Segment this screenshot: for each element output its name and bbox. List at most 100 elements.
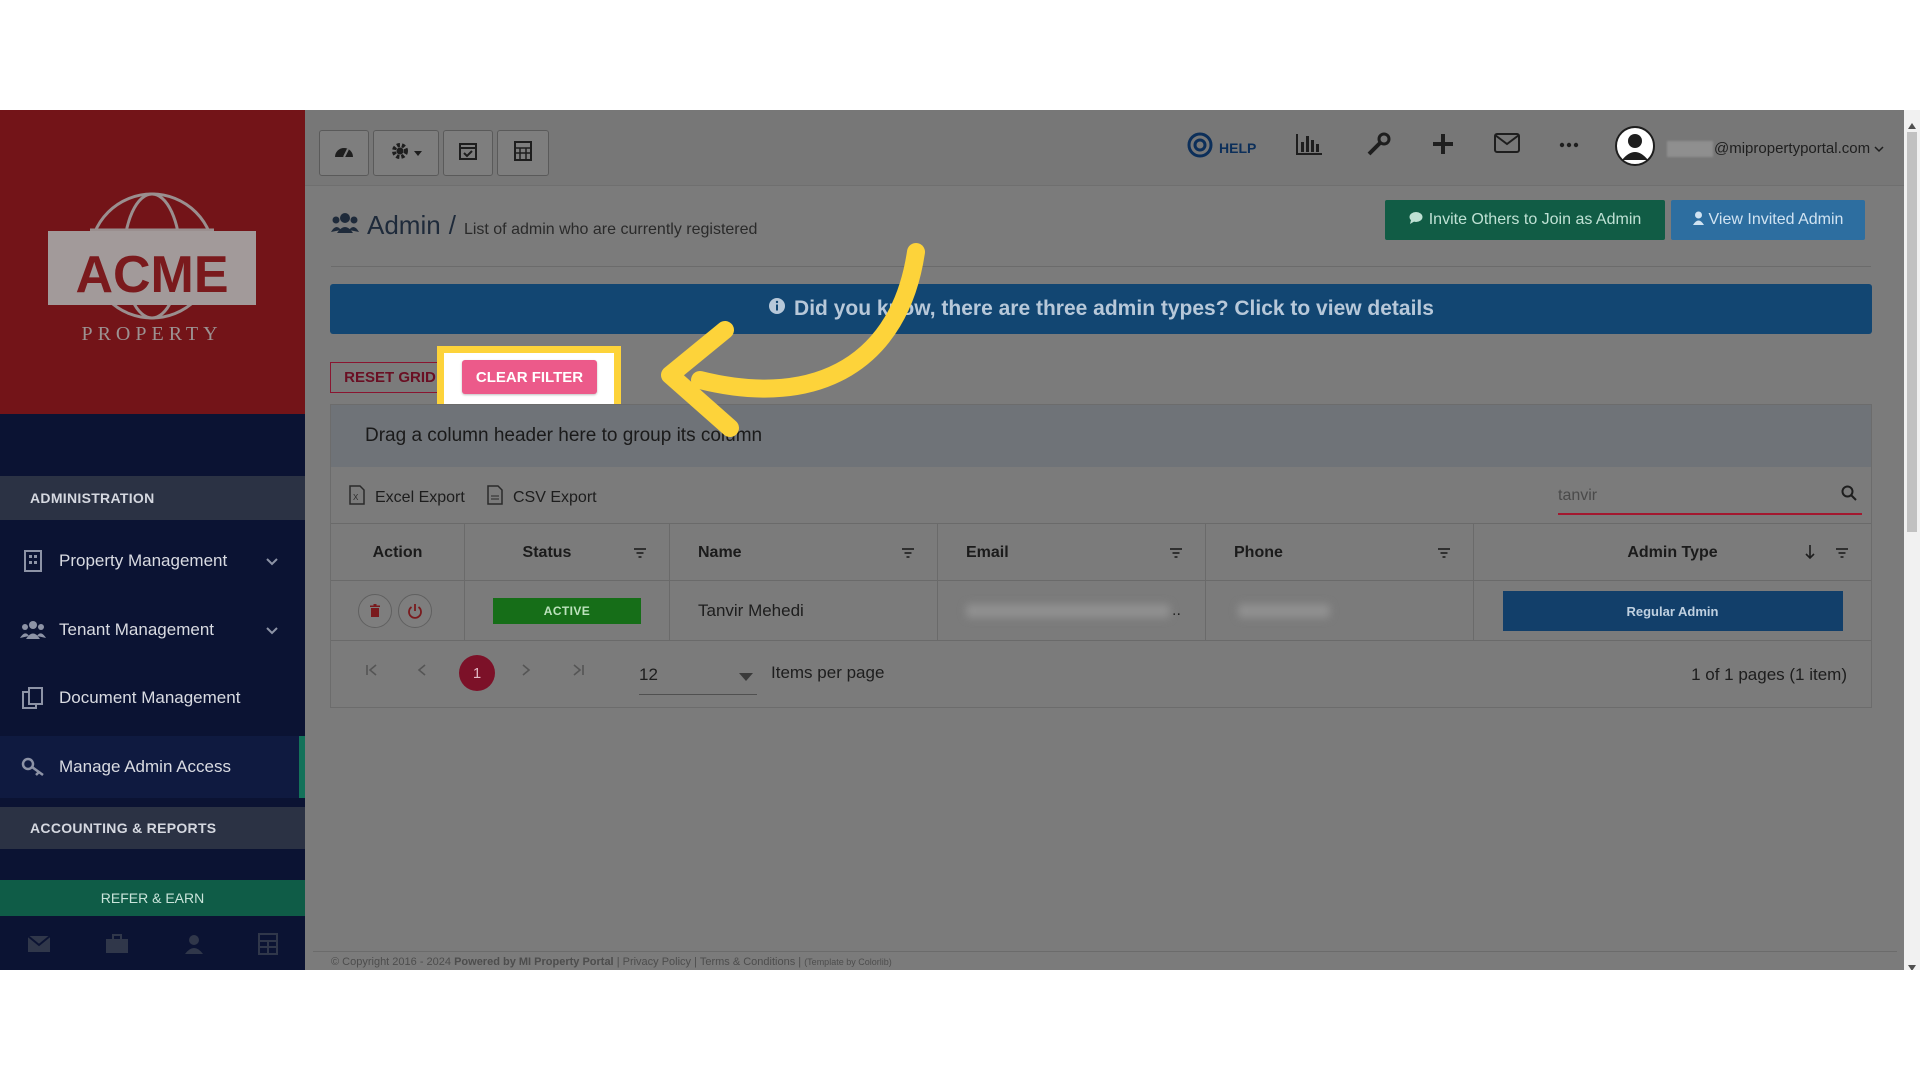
scrollbar[interactable] bbox=[1904, 110, 1920, 970]
items-per-page-select[interactable]: 12 bbox=[639, 661, 757, 695]
reset-grid-button[interactable]: RESET GRID bbox=[330, 362, 450, 393]
column-header-admin-type[interactable]: Admin Type bbox=[1474, 524, 1871, 582]
chevron-down-icon bbox=[265, 552, 279, 572]
excel-export-button[interactable]: X Excel Export bbox=[349, 485, 465, 510]
page-title: Admin / List of admin who are currently … bbox=[331, 210, 757, 241]
scroll-down-icon[interactable] bbox=[1908, 958, 1916, 970]
refer-earn-button[interactable]: REFER & EARN bbox=[0, 880, 305, 916]
phone-cell bbox=[1206, 581, 1474, 641]
calendar-button[interactable] bbox=[443, 130, 493, 176]
sort-descending-icon[interactable] bbox=[1805, 544, 1815, 565]
csv-export-button[interactable]: CSV Export bbox=[487, 485, 597, 510]
page-info: 1 of 1 pages (1 item) bbox=[1691, 665, 1847, 684]
sidebar-item-label: Manage Admin Access bbox=[59, 757, 231, 776]
info-banner[interactable]: Did you know, there are three admin type… bbox=[330, 284, 1872, 334]
wrench-icon[interactable] bbox=[1365, 132, 1391, 158]
browser-frame: ACME PROPERTY ADMINISTRATION Property Ma… bbox=[0, 110, 1920, 970]
plus-icon[interactable] bbox=[1431, 132, 1455, 156]
help-link[interactable]: HELP bbox=[1187, 132, 1256, 163]
admin-type-badge[interactable]: Regular Admin bbox=[1502, 591, 1843, 631]
envelope-icon[interactable] bbox=[27, 934, 51, 958]
column-header-phone[interactable]: Phone bbox=[1206, 524, 1474, 582]
column-label: Status bbox=[522, 544, 572, 561]
sidebar-item-label: Document Management bbox=[59, 688, 241, 707]
sidebar-item-property-management[interactable]: Property Management bbox=[0, 530, 305, 592]
scrollbar-thumb[interactable] bbox=[1907, 132, 1917, 532]
column-header-status[interactable]: Status bbox=[465, 524, 670, 582]
bar-chart-icon[interactable] bbox=[1295, 132, 1323, 156]
excel-file-icon: X bbox=[349, 485, 365, 510]
sidebar-item-label: Property Management bbox=[59, 551, 228, 570]
footer: © Copyright 2016 - 2024 Powered by MI Pr… bbox=[331, 956, 892, 968]
last-page-icon[interactable] bbox=[571, 661, 585, 682]
admin-name: Tanvir Mehedi bbox=[698, 601, 804, 620]
page-number-current[interactable]: 1 bbox=[459, 655, 495, 691]
footer-links[interactable]: | Privacy Policy | Terms & Conditions | bbox=[617, 956, 801, 968]
dashboard-button[interactable] bbox=[319, 130, 369, 176]
app-window: ACME PROPERTY ADMINISTRATION Property Ma… bbox=[0, 110, 1904, 970]
filter-icon[interactable] bbox=[1437, 546, 1451, 564]
excel-export-label: Excel Export bbox=[375, 488, 465, 506]
settings-dropdown-button[interactable] bbox=[373, 130, 439, 176]
life-ring-icon bbox=[1187, 132, 1213, 163]
users-icon bbox=[20, 617, 46, 643]
info-circle-icon bbox=[768, 297, 786, 321]
search-icon[interactable] bbox=[1841, 485, 1857, 506]
invite-admin-label: Invite Others to Join as Admin bbox=[1428, 211, 1642, 228]
caret-down-icon bbox=[414, 144, 422, 162]
admin-grid: Drag a column header here to group its c… bbox=[330, 404, 1872, 708]
column-header-name[interactable]: Name bbox=[670, 524, 938, 582]
next-page-icon[interactable] bbox=[521, 661, 531, 682]
clear-filter-button[interactable]: CLEAR FILTER bbox=[462, 360, 597, 394]
footer-powered-by[interactable]: Powered by MI Property Portal bbox=[454, 956, 614, 968]
pager: 1 12 Items per page 1 of 1 pages (1 item… bbox=[331, 641, 1871, 707]
view-invited-admin-button[interactable]: View Invited Admin bbox=[1671, 200, 1865, 240]
power-toggle-button[interactable] bbox=[397, 594, 432, 628]
sidebar-item-tenant-management[interactable]: Tenant Management bbox=[0, 599, 305, 661]
avatar[interactable] bbox=[1615, 126, 1655, 166]
calculator-button[interactable] bbox=[497, 130, 549, 176]
items-per-page-label: Items per page bbox=[771, 663, 885, 682]
filter-icon[interactable] bbox=[901, 546, 915, 564]
user-icon[interactable] bbox=[184, 934, 204, 959]
filter-icon[interactable] bbox=[1169, 546, 1183, 564]
column-label: Name bbox=[698, 544, 742, 561]
info-banner-text: Did you know, there are three admin type… bbox=[794, 297, 1434, 320]
divider bbox=[331, 266, 1871, 267]
sidebar-item-label: Tenant Management bbox=[59, 620, 214, 639]
page-title-text: Admin bbox=[367, 210, 441, 240]
main-content: Admin / List of admin who are currently … bbox=[305, 186, 1904, 970]
user-email: @mipropertyportal.com bbox=[1714, 140, 1871, 157]
gear-icon bbox=[390, 141, 410, 166]
table-row[interactable]: ACTIVE Tanvir Mehedi .. Regular Admin bbox=[331, 581, 1871, 641]
svg-text:ACME: ACME bbox=[75, 246, 228, 304]
blurred-email bbox=[966, 604, 1170, 618]
more-icon[interactable] bbox=[1559, 142, 1579, 148]
filter-icon[interactable] bbox=[1835, 546, 1849, 564]
sidebar-item-document-management[interactable]: Document Management bbox=[0, 667, 305, 729]
delete-button[interactable] bbox=[357, 594, 392, 628]
filter-icon[interactable] bbox=[633, 546, 647, 564]
mail-icon[interactable] bbox=[1493, 132, 1521, 154]
action-cell bbox=[331, 581, 465, 641]
building-icon bbox=[20, 548, 46, 574]
footer-copyright: © Copyright 2016 - 2024 bbox=[331, 956, 452, 968]
blurred-username bbox=[1667, 141, 1713, 158]
invite-admin-button[interactable]: Invite Others to Join as Admin bbox=[1385, 200, 1665, 240]
group-panel[interactable]: Drag a column header here to group its c… bbox=[331, 405, 1871, 467]
admin-type-cell: Regular Admin bbox=[1474, 581, 1871, 641]
sidebar-item-manage-admin-access[interactable]: Manage Admin Access bbox=[0, 736, 305, 798]
previous-page-icon[interactable] bbox=[417, 661, 427, 682]
table-header: Action Status Name Email Phone Admin Typ… bbox=[331, 523, 1871, 582]
first-page-icon[interactable] bbox=[365, 661, 379, 682]
search-input[interactable] bbox=[1558, 479, 1862, 515]
briefcase-icon[interactable] bbox=[105, 933, 129, 959]
logo-area: ACME PROPERTY bbox=[0, 110, 305, 414]
calculator-icon[interactable] bbox=[257, 932, 278, 960]
column-header-email[interactable]: Email bbox=[938, 524, 1206, 582]
sidebar: ACME PROPERTY ADMINISTRATION Property Ma… bbox=[0, 110, 305, 970]
user-menu[interactable]: @mipropertyportal.com bbox=[1667, 140, 1884, 158]
column-header-action[interactable]: Action bbox=[331, 524, 465, 582]
status-badge: ACTIVE bbox=[493, 598, 641, 624]
chevron-down-icon bbox=[1874, 140, 1884, 157]
